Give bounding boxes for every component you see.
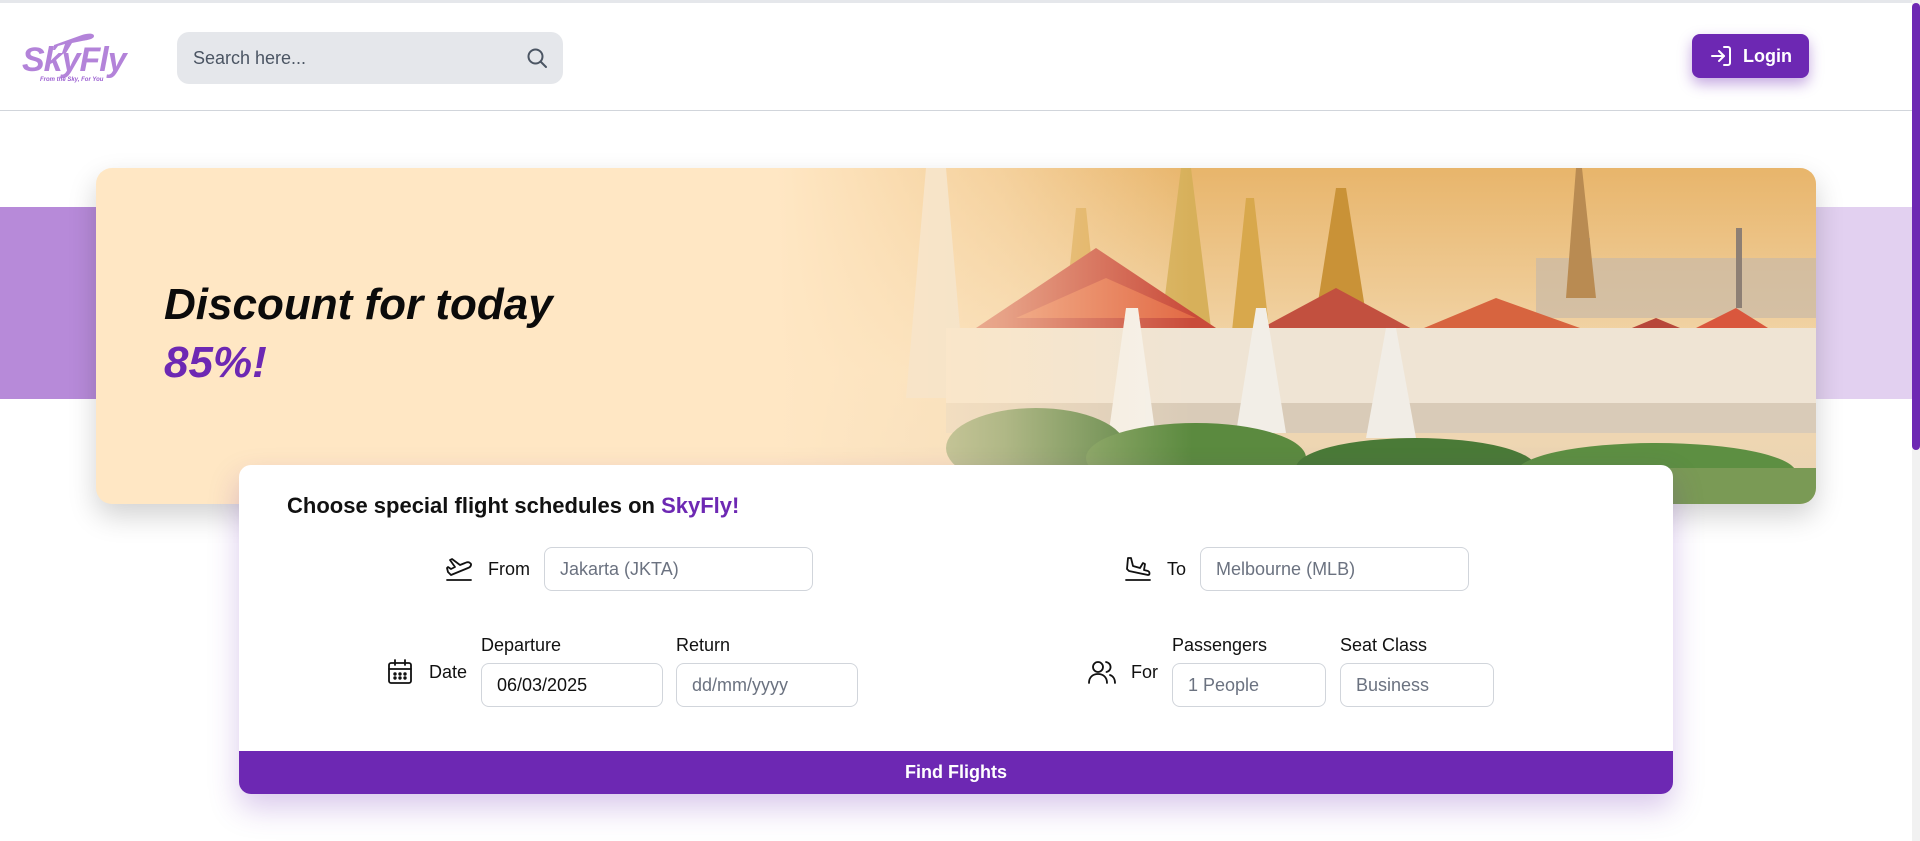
from-field-group: From — [444, 547, 813, 591]
logo-wordmark: SkyFly — [22, 41, 127, 79]
from-label: From — [488, 558, 530, 579]
search-icon[interactable] — [525, 46, 549, 70]
return-label: Return — [676, 635, 731, 655]
departure-field: Departure — [481, 635, 663, 707]
date-label: Date — [429, 661, 468, 682]
date-field-group: Date — [385, 657, 481, 687]
for-label: For — [1131, 661, 1158, 682]
departure-input[interactable] — [481, 663, 663, 707]
return-field: Return — [676, 635, 858, 707]
scrollbar-thumb[interactable] — [1912, 3, 1920, 450]
search-box — [177, 32, 563, 84]
return-input[interactable] — [676, 663, 858, 707]
temple-photo — [776, 168, 1816, 504]
search-input[interactable] — [193, 32, 513, 84]
calendar-icon — [388, 659, 412, 684]
to-input[interactable] — [1200, 547, 1470, 591]
seat-class-field: Seat Class — [1340, 635, 1494, 707]
passengers-input[interactable] — [1172, 663, 1326, 707]
site-header: SkyFly From the Sky, For You Login — [0, 3, 1912, 111]
card-title-text: Choose special flight schedules on — [287, 493, 662, 518]
users-icon — [1088, 661, 1116, 684]
logo-tagline: From the Sky, For You — [40, 77, 104, 83]
accent-band-right — [1810, 207, 1912, 399]
to-label: To — [1167, 558, 1187, 579]
passengers-label: Passengers — [1172, 635, 1268, 655]
login-icon — [1711, 46, 1731, 66]
find-flights-button[interactable]: Find Flights — [239, 751, 1673, 794]
seat-class-label: Seat Class — [1340, 635, 1428, 655]
accent-band-left — [0, 207, 100, 399]
seat-class-input[interactable] — [1340, 663, 1494, 707]
login-label: Login — [1743, 45, 1792, 66]
departure-label: Departure — [481, 635, 562, 655]
hero-title: Discount for today — [164, 280, 553, 329]
logo[interactable]: SkyFly From the Sky, For You — [22, 29, 127, 89]
from-input[interactable] — [544, 547, 813, 591]
card-title-brand: SkyFly! — [661, 493, 740, 518]
card-title: Choose special flight schedules on SkyFl… — [287, 493, 739, 519]
flight-search-card: Choose special flight schedules on SkyFl… — [239, 465, 1673, 794]
to-field-group: To — [1123, 547, 1470, 591]
takeoff-icon — [446, 558, 472, 581]
landing-icon — [1125, 557, 1151, 581]
login-button[interactable]: Login — [1692, 34, 1809, 78]
hero-banner: Discount for today 85%! — [96, 168, 1816, 504]
hero-discount: 85%! — [164, 338, 267, 387]
for-field-group: For — [1087, 657, 1172, 687]
scrollbar[interactable] — [1912, 0, 1920, 841]
passengers-field: Passengers — [1172, 635, 1326, 707]
